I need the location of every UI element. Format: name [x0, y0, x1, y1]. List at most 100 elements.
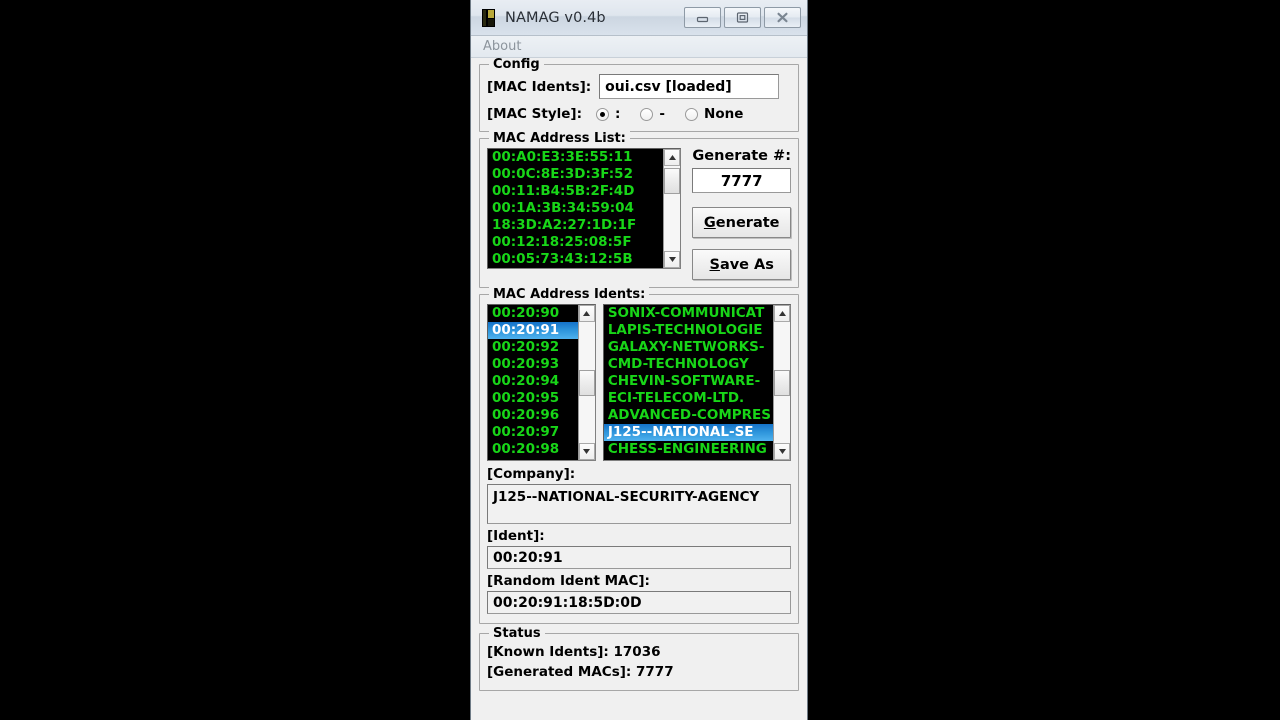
list-item[interactable]: 18:3D:A2:27:1D:1F: [488, 217, 663, 234]
list-item-selected[interactable]: 00:20:91: [488, 322, 578, 339]
list-item[interactable]: 00:A0:E3:3E:55:11: [488, 149, 663, 166]
list-item[interactable]: 00:20:94: [488, 373, 578, 390]
scroll-track[interactable]: [578, 322, 595, 443]
scroll-up-arrow-icon[interactable]: [578, 305, 595, 322]
list-item[interactable]: 00:05:73:43:12:5B: [488, 251, 663, 268]
idents-listbox[interactable]: 00:20:90 00:20:91 00:20:92 00:20:93 00:2…: [487, 304, 596, 461]
title-bar: NAMAG v0.4b: [471, 0, 807, 36]
list-item[interactable]: 00:0C:8E:3D:3F:52: [488, 166, 663, 183]
generate-count-input[interactable]: 7777: [692, 168, 791, 193]
idents-list-scrollbar[interactable]: [577, 305, 595, 460]
list-item[interactable]: SONIX-COMMUNICAT: [604, 305, 773, 322]
list-item[interactable]: CHESS-ENGINEERING: [604, 441, 773, 458]
generate-button[interactable]: Generate: [692, 207, 791, 238]
generate-button-accel: G: [703, 214, 716, 231]
minimize-icon: [696, 16, 709, 23]
radio-dash-label: -: [659, 106, 666, 122]
companies-list-scrollbar[interactable]: [773, 305, 790, 460]
list-item[interactable]: GALAXY-NETWORKS-: [604, 339, 773, 356]
scroll-down-arrow-icon[interactable]: [578, 443, 595, 460]
list-item[interactable]: 00:11:B4:5B:2F:4D: [488, 183, 663, 200]
idents-listbox-items[interactable]: 00:20:90 00:20:91 00:20:92 00:20:93 00:2…: [488, 305, 578, 460]
close-button[interactable]: [764, 7, 801, 28]
client-area: Config [MAC Idents]: oui.csv [loaded] [M…: [471, 58, 807, 720]
config-group-title: Config: [489, 58, 544, 72]
mac-style-radio-group: : - None: [596, 106, 743, 122]
window-controls: [684, 7, 801, 28]
list-item[interactable]: ADVANCED-COMPRES: [604, 407, 773, 424]
mac-address-idents-title: MAC Address Idents:: [489, 287, 650, 302]
mac-style-row: [MAC Style]: : - None: [487, 106, 791, 122]
generated-macs-status: [Generated MACs]: 7777: [487, 664, 674, 680]
screen: NAMAG v0.4b About Config [MAC Idents]: o…: [0, 0, 1280, 720]
scroll-down-arrow-icon[interactable]: [664, 251, 681, 268]
mac-address-listbox-items[interactable]: 00:A0:E3:3E:55:11 00:0C:8E:3D:3F:52 00:1…: [488, 149, 664, 268]
scroll-up-arrow-icon[interactable]: [664, 149, 681, 166]
companies-listbox[interactable]: SONIX-COMMUNICAT LAPIS-TECHNOLOGIE GALAX…: [602, 304, 791, 461]
list-item[interactable]: CHEVIN-SOFTWARE-: [604, 373, 773, 390]
mac-idents-row: [MAC Idents]: oui.csv [loaded]: [487, 74, 791, 99]
mac-address-list-title: MAC Address List:: [489, 131, 630, 146]
scroll-down-arrow-icon[interactable]: [774, 443, 790, 460]
list-item-selected[interactable]: J125--NATIONAL-SE: [603, 424, 773, 441]
scroll-thumb[interactable]: [774, 370, 790, 396]
window-title: NAMAG v0.4b: [505, 9, 606, 26]
config-group: Config [MAC Idents]: oui.csv [loaded] [M…: [479, 58, 799, 132]
save-as-button-label-rest: ave As: [719, 256, 774, 273]
companies-listbox-items[interactable]: SONIX-COMMUNICAT LAPIS-TECHNOLOGIE GALAX…: [603, 305, 773, 460]
list-item[interactable]: 00:1A:3B:34:59:04: [488, 200, 663, 217]
mac-style-option-colon[interactable]: :: [596, 106, 620, 122]
status-group: Status [Known Idents]: 17036 [Generated …: [479, 626, 799, 691]
ident-label: [Ident]:: [487, 528, 545, 544]
mac-address-list-scrollbar[interactable]: [663, 149, 681, 268]
generate-button-label-rest: enerate: [715, 214, 780, 231]
company-label: [Company]:: [487, 466, 576, 482]
radio-none-label: None: [704, 106, 744, 122]
radio-none-icon[interactable]: [685, 107, 699, 121]
generate-count-label: Generate #:: [692, 148, 791, 164]
random-ident-mac-label: [Random Ident MAC]:: [487, 573, 650, 589]
save-as-button-accel: S: [709, 256, 720, 273]
mac-address-idents-group: MAC Address Idents: 00:20:90 00:20:91 00…: [479, 287, 799, 624]
mac-idents-label: [MAC Idents]:: [487, 78, 592, 95]
radio-dash-icon[interactable]: [640, 107, 654, 121]
radio-colon-icon[interactable]: [596, 107, 609, 121]
scroll-track[interactable]: [664, 166, 681, 251]
menu-item-about[interactable]: About: [483, 39, 521, 54]
mac-style-option-dash[interactable]: -: [640, 106, 665, 122]
mac-style-label: [MAC Style]:: [487, 106, 582, 122]
mac-idents-input[interactable]: oui.csv [loaded]: [599, 74, 780, 99]
save-as-button[interactable]: Save As: [692, 249, 791, 280]
radio-colon-label: :: [615, 106, 621, 122]
status-group-title: Status: [489, 626, 545, 641]
list-item[interactable]: 00:20:90: [488, 305, 578, 322]
mac-address-listbox[interactable]: 00:A0:E3:3E:55:11 00:0C:8E:3D:3F:52 00:1…: [487, 148, 682, 269]
list-item[interactable]: 00:20:98: [488, 441, 578, 458]
list-item[interactable]: ECI-TELECOM-LTD.: [604, 390, 773, 407]
ident-value: 00:20:91: [487, 546, 791, 569]
maximize-icon: [736, 12, 749, 23]
namag-window: NAMAG v0.4b About Config [MAC Idents]: o…: [470, 0, 808, 720]
mac-style-option-none[interactable]: None: [685, 106, 743, 122]
random-ident-mac-value: 00:20:91:18:5D:0D: [487, 591, 791, 614]
menu-bar: About: [471, 36, 807, 58]
close-icon: [777, 12, 788, 23]
scroll-thumb[interactable]: [578, 370, 595, 396]
maximize-button[interactable]: [724, 7, 761, 28]
list-item[interactable]: 00:12:18:25:08:5F: [488, 234, 663, 251]
list-item[interactable]: LAPIS-TECHNOLOGIE: [604, 322, 773, 339]
list-item[interactable]: 00:20:93: [488, 356, 578, 373]
list-item[interactable]: 00:20:95: [488, 390, 578, 407]
list-item[interactable]: 00:20:92: [488, 339, 578, 356]
mac-address-list-group: MAC Address List: 00:A0:E3:3E:55:11 00:0…: [479, 131, 799, 288]
scroll-track[interactable]: [774, 322, 790, 443]
list-item[interactable]: 00:20:97: [488, 424, 578, 441]
scroll-up-arrow-icon[interactable]: [774, 305, 790, 322]
list-item[interactable]: 00:20:96: [488, 407, 578, 424]
minimize-button[interactable]: [684, 7, 721, 28]
known-idents-status: [Known Idents]: 17036: [487, 644, 661, 660]
scroll-thumb[interactable]: [664, 168, 681, 194]
app-icon: [481, 8, 497, 27]
company-value: J125--NATIONAL-SECURITY-AGENCY: [487, 484, 791, 524]
list-item[interactable]: CMD-TECHNOLOGY: [604, 356, 773, 373]
